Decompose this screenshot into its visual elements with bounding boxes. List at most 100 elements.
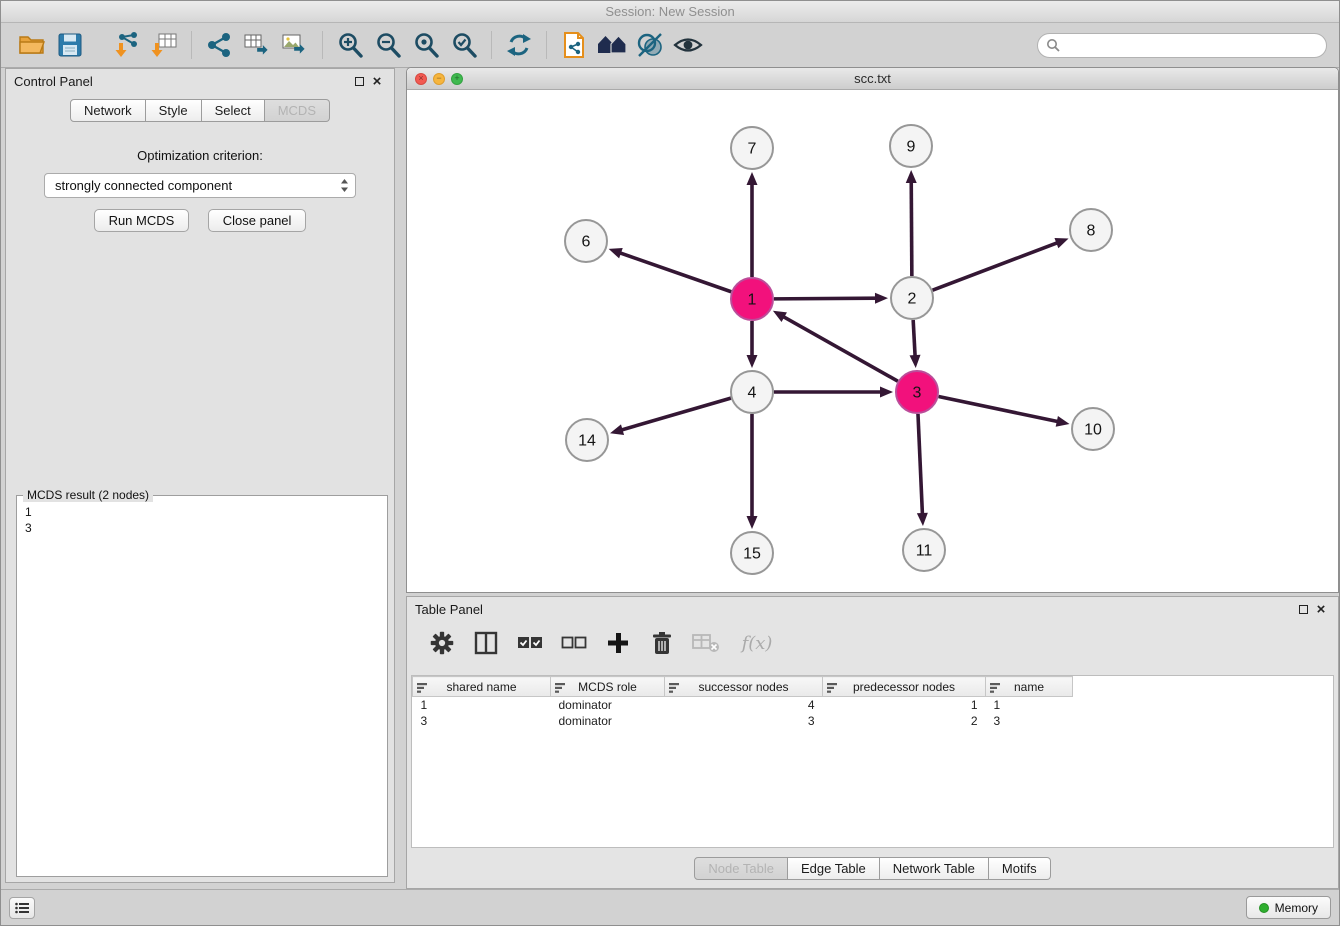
save-icon	[57, 32, 83, 58]
import-table-icon	[150, 31, 178, 59]
table-panel-close-button[interactable]: ×	[1312, 600, 1330, 618]
window-close-icon[interactable]: ×	[415, 73, 427, 85]
graph-edge-4-14[interactable]	[621, 398, 731, 430]
window-minimize-icon[interactable]: −	[433, 73, 445, 85]
main-toolbar	[1, 23, 1339, 68]
table-cell[interactable]: 3	[665, 713, 823, 729]
control-panel-float-button[interactable]	[350, 72, 368, 90]
table-panel-tabs: Node Table Edge Table Network Table Moti…	[694, 857, 1050, 880]
tab-node-table[interactable]: Node Table	[694, 857, 788, 880]
task-history-button[interactable]	[9, 897, 35, 919]
status-bar: Memory	[1, 889, 1339, 925]
delete-column-button[interactable]	[647, 628, 677, 658]
graph-node-label: 2	[908, 291, 917, 308]
tab-select[interactable]: Select	[202, 99, 265, 122]
window-titlebar: Session: New Session	[1, 1, 1339, 23]
select-all-button[interactable]	[515, 628, 545, 658]
show-columns-button[interactable]	[471, 628, 501, 658]
add-icon	[606, 631, 630, 655]
edge-arrow-icon	[917, 513, 928, 526]
zoom-selected-button[interactable]	[445, 27, 483, 63]
run-mcds-button[interactable]: Run MCDS	[94, 209, 190, 232]
graph-edge-2-3[interactable]	[913, 320, 915, 357]
clipboard-network-button[interactable]	[555, 27, 593, 63]
tab-motifs[interactable]: Motifs	[989, 857, 1051, 880]
control-panel-tabs: Network Style Select MCDS	[70, 99, 330, 122]
graph-edge-3-10[interactable]	[939, 397, 1059, 422]
control-panel-close-button[interactable]: ×	[368, 72, 386, 90]
graph-edge-1-2[interactable]	[774, 298, 877, 299]
refresh-button[interactable]	[500, 27, 538, 63]
column-header-name[interactable]: name	[986, 677, 1073, 697]
mcds-result-line: 1	[25, 504, 379, 520]
graph-edge-3-1[interactable]	[782, 316, 897, 381]
table-cell[interactable]: 3	[986, 713, 1073, 729]
search-field[interactable]	[1037, 33, 1327, 58]
table-settings-button[interactable]	[427, 628, 457, 658]
home-button[interactable]	[593, 27, 631, 63]
edge-arrow-icon	[906, 170, 917, 183]
delete-table-button[interactable]	[691, 628, 721, 658]
column-type-icon	[555, 683, 565, 693]
network-table-button[interactable]	[238, 27, 276, 63]
column-header-successor-nodes[interactable]: successor nodes	[665, 677, 823, 697]
network-graph[interactable]: 7968124314101511	[407, 90, 1338, 592]
table-cell[interactable]: 1	[413, 697, 551, 713]
export-image-icon	[281, 31, 309, 59]
table-cell[interactable]: 3	[413, 713, 551, 729]
graph-edge-2-9[interactable]	[911, 181, 912, 276]
table-cell[interactable]: 1	[823, 697, 986, 713]
table-cell[interactable]: 1	[986, 697, 1073, 713]
new-network-button[interactable]	[200, 27, 238, 63]
table-cell[interactable]: dominator	[551, 713, 665, 729]
graph-node-label: 1	[748, 292, 757, 309]
close-panel-button[interactable]: Close panel	[208, 209, 307, 232]
eye-button[interactable]	[669, 27, 707, 63]
tab-network[interactable]: Network	[70, 99, 146, 122]
apply-function-button[interactable]: f(x)	[735, 628, 779, 658]
memory-status-icon	[1259, 903, 1269, 913]
network-window-titlebar[interactable]: scc.txt × − +	[407, 68, 1338, 90]
table-row[interactable]: 3dominator323	[413, 713, 1073, 729]
column-header-mcds-role[interactable]: MCDS role	[551, 677, 665, 697]
mcds-result-title: MCDS result (2 nodes)	[23, 488, 153, 502]
table-panel-float-button[interactable]	[1294, 600, 1312, 618]
table-cell[interactable]: 4	[665, 697, 823, 713]
list-icon	[15, 902, 29, 914]
graph-node-label: 9	[907, 139, 916, 156]
table-row[interactable]: 1dominator411	[413, 697, 1073, 713]
window-zoom-icon[interactable]: +	[451, 73, 463, 85]
graph-node-label: 14	[578, 433, 596, 450]
save-session-button[interactable]	[51, 27, 89, 63]
close-icon: ×	[373, 74, 382, 89]
export-image-button[interactable]	[276, 27, 314, 63]
deselect-all-button[interactable]	[559, 628, 589, 658]
zoom-in-button[interactable]	[331, 27, 369, 63]
graph-edge-3-11[interactable]	[918, 414, 922, 515]
memory-button[interactable]: Memory	[1246, 896, 1331, 919]
column-header-predecessor-nodes[interactable]: predecessor nodes	[823, 677, 986, 697]
table-cell[interactable]: 2	[823, 713, 986, 729]
graph-node-label: 15	[743, 546, 761, 563]
zoom-fit-button[interactable]	[407, 27, 445, 63]
tab-style[interactable]: Style	[146, 99, 202, 122]
network-canvas[interactable]: 7968124314101511	[407, 90, 1338, 592]
optimization-criterion-select[interactable]: strongly connected component	[44, 173, 356, 198]
table-cell[interactable]: dominator	[551, 697, 665, 713]
import-table-button[interactable]	[145, 27, 183, 63]
add-column-button[interactable]	[603, 628, 633, 658]
import-network-button[interactable]	[107, 27, 145, 63]
open-session-button[interactable]	[13, 27, 51, 63]
tab-network-table[interactable]: Network Table	[880, 857, 989, 880]
graph-edge-1-6[interactable]	[619, 253, 731, 292]
style-button[interactable]	[631, 27, 669, 63]
memory-label: Memory	[1275, 901, 1318, 915]
graph-edge-2-8[interactable]	[933, 242, 1059, 290]
tab-mcds[interactable]: MCDS	[265, 99, 330, 122]
tab-edge-table[interactable]: Edge Table	[788, 857, 880, 880]
search-input[interactable]	[1065, 38, 1318, 53]
float-icon	[1299, 605, 1308, 614]
mcds-result-line: 3	[25, 520, 379, 536]
zoom-out-button[interactable]	[369, 27, 407, 63]
column-header-shared-name[interactable]: shared name	[413, 677, 551, 697]
